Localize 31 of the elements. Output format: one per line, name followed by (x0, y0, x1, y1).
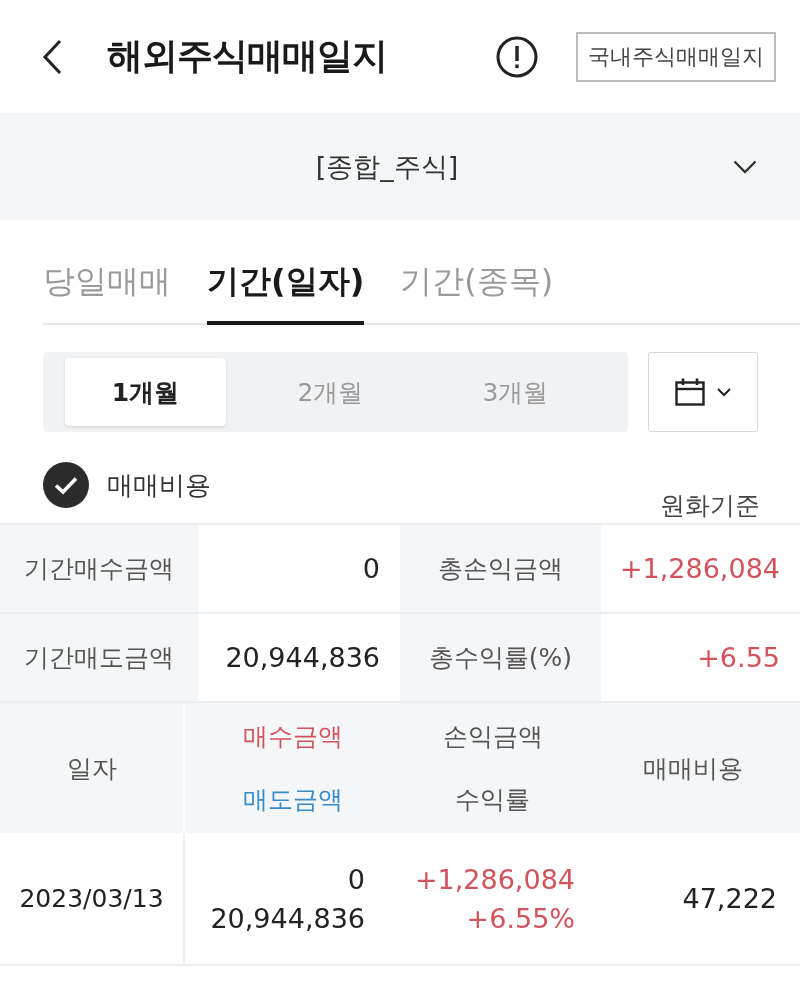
cell-value: +6.55% (466, 902, 575, 934)
checkbox-label[interactable]: 매매비용 (107, 467, 211, 503)
summary-label: 총손익금액 (400, 525, 601, 614)
calendar-icon (675, 378, 705, 406)
account-selector[interactable]: [종합_주식] (0, 113, 800, 220)
page-title: 해외주식매매일지 (107, 34, 387, 78)
column-heading: 일자 (66, 752, 117, 785)
switch-journal-button[interactable]: 국내주식매매일지 (576, 31, 776, 82)
column-heading: 수익률 (455, 784, 530, 816)
summary-label: 기간매도금액 (0, 614, 198, 703)
column-heading: 매수금액 (242, 721, 343, 753)
chevron-down-icon (717, 387, 731, 397)
checkbox[interactable] (43, 462, 89, 508)
column-heading: 매매비용 (642, 752, 743, 785)
cell-value: 2023/03/13 (19, 884, 164, 913)
summary-label: 기간매수금액 (0, 525, 198, 614)
currency-basis: 원화기준 (660, 490, 760, 522)
info-icon[interactable] (496, 35, 538, 78)
back-icon[interactable] (42, 38, 62, 75)
calendar-button[interactable] (648, 352, 758, 432)
cell-value: 47,222 (682, 883, 777, 914)
column-heading: 매도금액 (242, 784, 343, 816)
cell-value: +1,286,084 (414, 863, 575, 895)
column-heading: 손익금액 (442, 721, 543, 753)
cell-value: 0 (347, 863, 365, 895)
tab[interactable]: 기간(일자) (207, 220, 365, 325)
account-name: [종합_주식] (315, 149, 459, 184)
cell-value: 20,944,836 (210, 902, 365, 934)
period-option[interactable]: 1개월 (65, 358, 226, 426)
summary-label: 총수익률(%) (400, 614, 601, 703)
chevron-down-icon (733, 160, 757, 174)
